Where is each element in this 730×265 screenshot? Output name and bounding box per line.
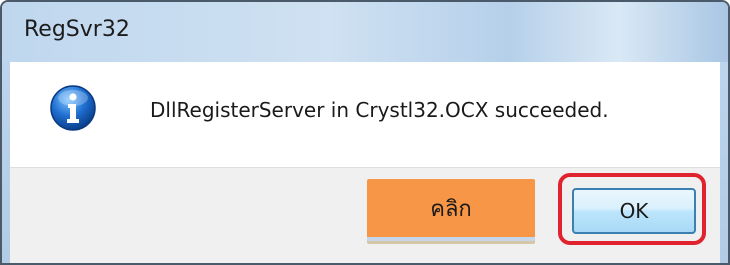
window-title: RegSvr32: [24, 17, 130, 42]
regsvr32-dialog: RegSvr32 DllRegisterServer in Crystl32.O…: [0, 0, 730, 265]
window-frame-right: [720, 62, 728, 263]
dialog-footer: คลิก OK: [10, 167, 720, 263]
dialog-message: DllRegisterServer in Crystl32.OCX succee…: [150, 98, 609, 122]
title-bar[interactable]: RegSvr32: [2, 2, 728, 63]
dialog-content: DllRegisterServer in Crystl32.OCX succee…: [10, 62, 720, 167]
info-icon: [50, 85, 96, 131]
ok-button[interactable]: OK: [572, 188, 696, 234]
click-annotation-label: คลิก: [367, 179, 535, 241]
window-frame-left: [2, 62, 10, 263]
